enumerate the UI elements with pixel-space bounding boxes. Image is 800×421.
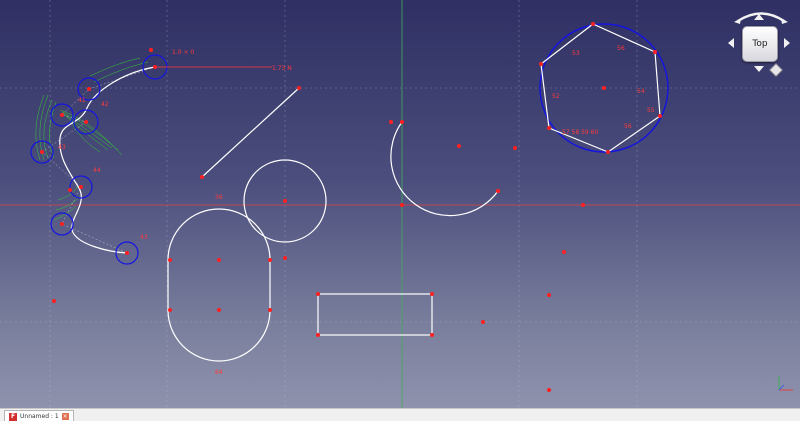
sketch-vertices[interactable] <box>40 22 662 392</box>
nav-arrow-down-icon[interactable] <box>754 66 764 72</box>
close-icon[interactable]: × <box>61 413 69 420</box>
slot[interactable] <box>167 208 271 362</box>
rectangle[interactable] <box>317 293 433 336</box>
tab-unnamed[interactable]: F Unnamed : 1 × <box>4 410 74 421</box>
document-tab-bar: F Unnamed : 1 × <box>0 408 800 421</box>
top-dimension-label[interactable]: 1.0 × 0 <box>172 49 194 56</box>
svg-text:57 58 59 60: 57 58 59 60 <box>562 129 598 136</box>
sketch-canvas[interactable]: 1.0 × 0 1.73 N 56 53 52 54 56 55 57 58 5… <box>0 0 800 408</box>
nav-arrow-right-icon[interactable] <box>784 38 790 48</box>
svg-text:55: 55 <box>647 107 655 114</box>
spline-curvature-comb <box>35 57 149 221</box>
svg-text:43: 43 <box>140 234 148 241</box>
nav-arrow-up-icon[interactable] <box>754 14 764 20</box>
constraint-labels: 56 53 52 54 56 55 57 58 59 60 36 64 42 4… <box>58 45 655 376</box>
navcube-face[interactable]: Top <box>742 26 778 62</box>
tab-label: Unnamed : 1 <box>20 413 59 420</box>
freecad-sketcher-window: 1.0 × 0 1.73 N 56 53 52 54 56 55 57 58 5… <box>0 0 800 421</box>
bspline-curve[interactable] <box>59 66 156 254</box>
bspline-control-points[interactable] <box>30 54 168 265</box>
nav-arrow-left-icon[interactable] <box>728 38 734 48</box>
svg-text:43: 43 <box>58 144 66 151</box>
svg-text:53: 53 <box>572 50 580 57</box>
svg-text:52: 52 <box>552 93 560 100</box>
axis-cross-icon <box>778 376 793 391</box>
navigation-cube[interactable]: Top <box>728 8 794 80</box>
svg-text:64: 64 <box>215 369 223 376</box>
line-segment[interactable] <box>201 87 300 178</box>
svg-text:42: 42 <box>101 101 109 108</box>
svg-text:56: 56 <box>617 45 625 52</box>
svg-text:54: 54 <box>637 88 645 95</box>
svg-text:56: 56 <box>624 123 632 130</box>
freecad-icon: F <box>9 412 17 421</box>
svg-text:36: 36 <box>215 194 223 201</box>
svg-text:41: 41 <box>78 97 86 104</box>
view-menu-cube-icon[interactable] <box>769 63 783 77</box>
arc[interactable] <box>390 121 499 217</box>
top-right-dimension-label[interactable]: 1.73 N <box>272 65 292 72</box>
3d-viewport[interactable]: 1.0 × 0 1.73 N 56 53 52 54 56 55 57 58 5… <box>0 0 800 408</box>
svg-text:44: 44 <box>93 167 101 174</box>
grid <box>0 0 800 408</box>
